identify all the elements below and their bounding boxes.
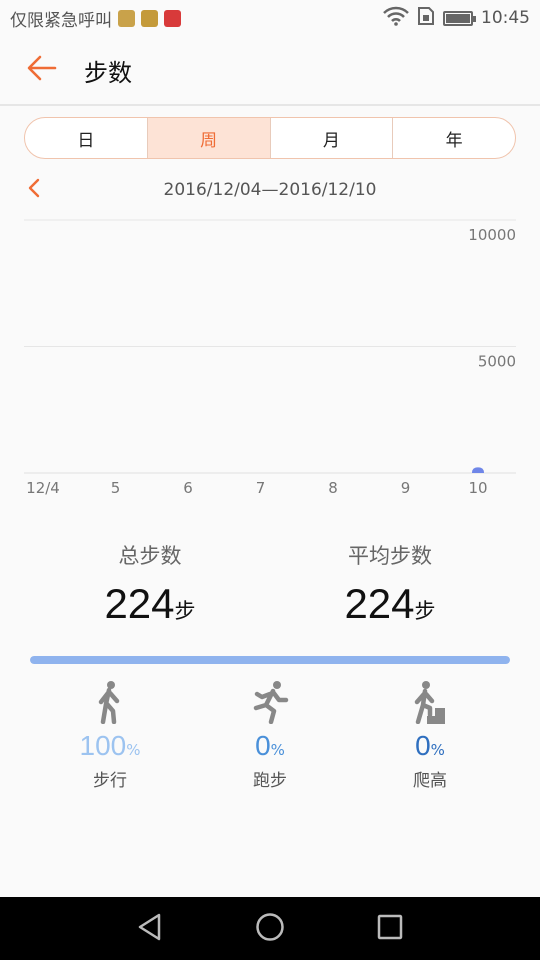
tab-week[interactable]: 周: [147, 118, 271, 158]
activity-progress-bar: [30, 656, 510, 664]
average-steps-label: 平均步数: [348, 544, 432, 568]
previous-period-button[interactable]: [20, 176, 48, 204]
period-tabs: 日 周 月 年: [24, 117, 516, 159]
activity-running: 0% 跑步: [200, 680, 340, 791]
x-tick-label: 6: [183, 479, 193, 497]
triangle-back-icon: [137, 913, 163, 945]
huawei-notification-icon: [164, 9, 181, 27]
total-steps-stat: 总步数 224步: [30, 540, 270, 628]
y-tick-label: 10000: [468, 226, 516, 244]
sim-icon: [417, 6, 435, 31]
chart-bar: [472, 467, 484, 473]
steps-bar-chart: 10000 5000 12/4 5 6 7 8 9 10: [24, 219, 516, 497]
climbing-icon: [413, 680, 447, 728]
climbing-percent: 0: [415, 730, 431, 761]
climbing-label: 爬高: [413, 771, 447, 791]
activity-climbing: 0% 爬高: [360, 680, 500, 791]
system-nav-bar: [0, 897, 540, 960]
page-title: 步数: [84, 58, 132, 87]
y-tick-label: 5000: [478, 353, 516, 371]
walking-label: 步行: [93, 771, 127, 791]
running-icon: [251, 680, 289, 728]
status-bar: 仅限紧急呼叫 10:45: [0, 0, 540, 36]
app-header: 步数: [0, 36, 540, 106]
nav-back-button[interactable]: [90, 897, 210, 960]
walking-percent-sign: %: [126, 741, 141, 759]
tab-month[interactable]: 月: [271, 118, 394, 158]
tab-year[interactable]: 年: [393, 118, 515, 158]
x-tick-label: 10: [468, 479, 487, 497]
walking-icon: [96, 680, 124, 728]
average-steps-value: 224: [344, 580, 415, 627]
circle-home-icon: [255, 912, 285, 946]
gallery-notification-icon: [118, 9, 135, 27]
tab-day[interactable]: 日: [25, 118, 148, 158]
square-recents-icon: [377, 914, 403, 944]
walking-percent: 100: [79, 730, 127, 761]
total-steps-label: 总步数: [118, 544, 182, 568]
wifi-icon: [383, 6, 409, 31]
climbing-percent-sign: %: [430, 741, 445, 759]
carrier-status-text: 仅限紧急呼叫: [10, 10, 112, 31]
walking-progress-fill: [30, 656, 510, 664]
date-range-row: 2016/12/04—2016/12/10: [0, 172, 540, 208]
chevron-left-icon: [27, 178, 41, 202]
x-tick-label: 7: [256, 479, 266, 497]
x-tick-label: 5: [111, 479, 121, 497]
summary-stats: 总步数 224步 平均步数 224步: [0, 540, 540, 640]
x-tick-label: 8: [328, 479, 338, 497]
average-steps-unit: 步: [414, 599, 436, 623]
total-steps-value: 224: [104, 580, 175, 627]
total-steps-unit: 步: [174, 599, 196, 623]
battery-icon: [443, 10, 476, 26]
nav-recents-button[interactable]: [330, 897, 450, 960]
x-tick-label: 12/4: [26, 479, 60, 497]
date-range-text: 2016/12/04—2016/12/10: [163, 180, 377, 200]
running-percent-sign: %: [270, 741, 285, 759]
status-time: 10:45: [481, 8, 530, 28]
nav-home-button[interactable]: [210, 897, 330, 960]
running-percent: 0: [255, 730, 271, 761]
activity-walking: 100% 步行: [40, 680, 180, 791]
back-button[interactable]: [0, 35, 84, 105]
shield-notification-icon: [141, 9, 158, 27]
x-tick-label: 9: [401, 479, 411, 497]
running-label: 跑步: [253, 771, 287, 791]
arrow-left-icon: [27, 55, 57, 85]
average-steps-stat: 平均步数 224步: [270, 540, 510, 628]
